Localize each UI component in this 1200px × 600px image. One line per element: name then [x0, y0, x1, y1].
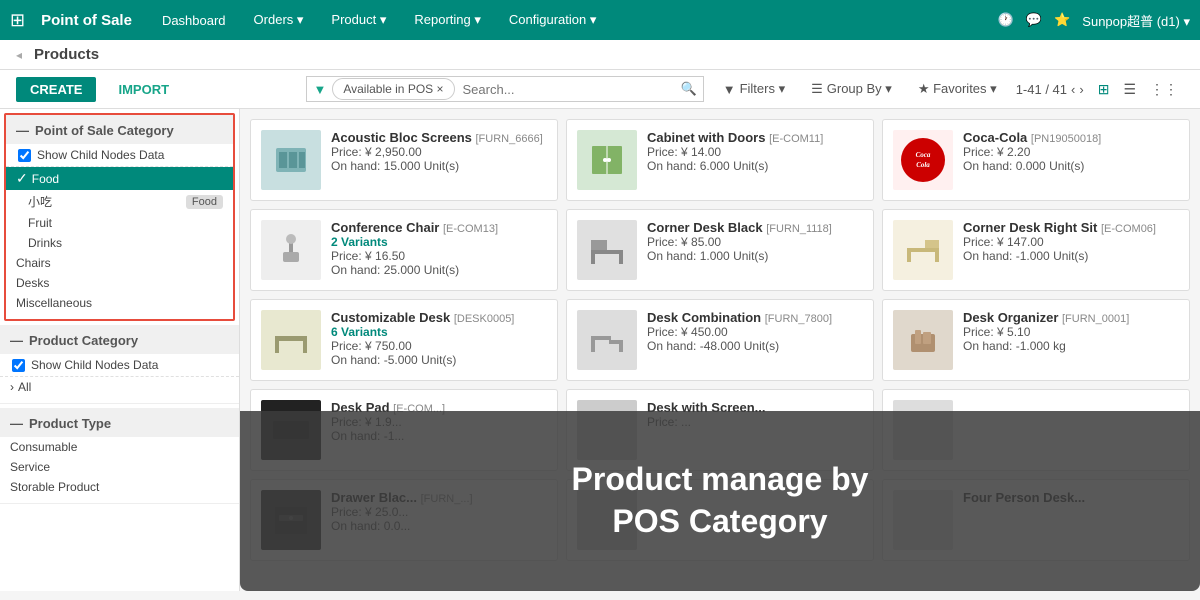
- product-card-cocacola[interactable]: Coca Cola Coca-Cola [PN19050018] Price: ¥…: [882, 119, 1190, 201]
- promo-overlay: Product manage by POS Category: [240, 411, 1200, 591]
- pos-category-header[interactable]: — Point of Sale Category: [6, 115, 233, 144]
- kanban-view-button[interactable]: ⊞: [1092, 77, 1116, 102]
- product-info-corner-right: Corner Desk Right Sit [E-COM06] Price: ¥…: [963, 220, 1179, 263]
- product-category-section: — Product Category Show Child Nodes Data…: [0, 325, 239, 404]
- product-area-wrapper: Acoustic Bloc Screens [FURN_6666] Price:…: [240, 109, 1200, 591]
- product-card-corner-black[interactable]: Corner Desk Black [FURN_1118] Price: ¥ 8…: [566, 209, 874, 291]
- nav-reporting[interactable]: Reporting ▾: [408, 12, 487, 28]
- grid-view-button[interactable]: ⋮⋮: [1144, 77, 1184, 102]
- back-arrow[interactable]: ◂: [16, 48, 22, 62]
- product-img-customizable: [261, 310, 321, 370]
- product-show-child-checkbox[interactable]: [12, 359, 25, 372]
- product-card-conference[interactable]: Conference Chair [E-COM13] 2 Variants Pr…: [250, 209, 558, 291]
- svg-text:Coca: Coca: [916, 151, 931, 159]
- product-card-customizable[interactable]: Customizable Desk [DESK0005] 6 Variants …: [250, 299, 558, 381]
- product-img-corner-black: [577, 220, 637, 280]
- product-img-desk-combo: [577, 310, 637, 370]
- product-card-desk-combo[interactable]: Desk Combination [FURN_7800] Price: ¥ 45…: [566, 299, 874, 381]
- pos-show-child-checkbox[interactable]: [18, 149, 31, 162]
- product-info-desk-combo: Desk Combination [FURN_7800] Price: ¥ 45…: [647, 310, 863, 353]
- group-by-button[interactable]: ☰ Group By ▾: [800, 76, 903, 102]
- product-category-header[interactable]: — Product Category: [0, 325, 239, 354]
- search-icon[interactable]: 🔍: [675, 77, 703, 101]
- svg-text:Cola: Cola: [916, 161, 930, 169]
- search-input[interactable]: [455, 78, 675, 101]
- product-type-consumable[interactable]: Consumable: [0, 437, 239, 457]
- pos-item-fruit[interactable]: Fruit: [6, 213, 233, 233]
- app-grid-icon[interactable]: ⊞: [10, 10, 25, 31]
- nav-product[interactable]: Product ▾: [325, 12, 392, 28]
- product-info-conference: Conference Chair [E-COM13] 2 Variants Pr…: [331, 220, 547, 277]
- user-menu[interactable]: Sunpop超普 (d1) ▾: [1082, 11, 1190, 30]
- pos-item-desks[interactable]: Desks: [6, 273, 233, 293]
- pagination: 1-41 / 41 ‹ ›: [1016, 82, 1084, 97]
- filters-button[interactable]: ▼ Filters ▾: [712, 76, 796, 102]
- product-info-corner-black: Corner Desk Black [FURN_1118] Price: ¥ 8…: [647, 220, 863, 263]
- pos-category-collapse-icon[interactable]: —: [16, 123, 29, 138]
- next-page-button[interactable]: ›: [1079, 82, 1083, 97]
- product-info-cocacola: Coca-Cola [PN19050018] Price: ¥ 2.20 On …: [963, 130, 1179, 173]
- pos-item-miscellaneous[interactable]: Miscellaneous: [6, 293, 233, 313]
- pos-item-xiaochi[interactable]: 小吃 Food: [6, 190, 233, 213]
- main-layout: — Point of Sale Category Show Child Node…: [0, 109, 1200, 591]
- product-type-header[interactable]: — Product Type: [0, 408, 239, 437]
- product-img-conference: [261, 220, 321, 280]
- sidebar: — Point of Sale Category Show Child Node…: [0, 109, 240, 591]
- page-title: Products: [34, 46, 99, 63]
- product-img-acoustic: [261, 130, 321, 190]
- product-card-corner-right[interactable]: Corner Desk Right Sit [E-COM06] Price: ¥…: [882, 209, 1190, 291]
- product-info-desk-organizer: Desk Organizer [FURN_0001] Price: ¥ 5.10…: [963, 310, 1179, 353]
- brand-title: Point of Sale: [41, 12, 132, 29]
- import-button[interactable]: IMPORT: [104, 77, 183, 102]
- product-type-storable[interactable]: Storable Product: [0, 477, 239, 497]
- xiaochi-tag: Food: [186, 195, 223, 209]
- chat-icon[interactable]: 💬: [1026, 12, 1042, 28]
- product-card-desk-organizer[interactable]: Desk Organizer [FURN_0001] Price: ¥ 5.10…: [882, 299, 1190, 381]
- pos-show-child-row: Show Child Nodes Data: [6, 144, 233, 167]
- nav-orders[interactable]: Orders ▾: [248, 12, 310, 28]
- product-type-section: — Product Type Consumable Service Storab…: [0, 408, 239, 504]
- product-category-all[interactable]: › All: [0, 377, 239, 397]
- top-nav: ⊞ Point of Sale Dashboard Orders ▾ Produ…: [0, 0, 1200, 40]
- food-check-icon: ✓: [16, 170, 28, 187]
- product-category-collapse-icon[interactable]: —: [10, 333, 23, 348]
- product-card-cabinet[interactable]: Cabinet with Doors [E-COM11] Price: ¥ 14…: [566, 119, 874, 201]
- nav-dashboard[interactable]: Dashboard: [156, 13, 232, 28]
- star-icon[interactable]: ⭐: [1054, 12, 1070, 28]
- favorites-button[interactable]: ★ Favorites ▾: [907, 76, 1008, 102]
- product-img-cocacola: Coca Cola: [893, 130, 953, 190]
- product-type-collapse-icon[interactable]: —: [10, 416, 23, 431]
- groupby-icon: ☰: [811, 81, 823, 97]
- product-info-acoustic: Acoustic Bloc Screens [FURN_6666] Price:…: [331, 130, 547, 173]
- pos-item-food[interactable]: ✓ Food: [6, 167, 233, 190]
- product-show-child-row: Show Child Nodes Data: [0, 354, 239, 377]
- prev-page-button[interactable]: ‹: [1071, 82, 1075, 97]
- create-button[interactable]: CREATE: [16, 77, 96, 102]
- action-bar: CREATE IMPORT ▼ Available in POS × 🔍 ▼ F…: [0, 70, 1200, 109]
- view-icons: ⊞ ☰ ⋮⋮: [1092, 77, 1184, 102]
- product-img-desk-organizer: [893, 310, 953, 370]
- product-info-cabinet: Cabinet with Doors [E-COM11] Price: ¥ 14…: [647, 130, 863, 173]
- pos-item-chairs[interactable]: Chairs: [6, 253, 233, 273]
- overlay-text: Product manage by POS Category: [572, 459, 869, 542]
- clock-icon[interactable]: 🕐: [998, 12, 1014, 28]
- funnel-icon: ▼: [307, 78, 332, 101]
- pos-category-section: — Point of Sale Category Show Child Node…: [4, 113, 235, 321]
- product-info-customizable: Customizable Desk [DESK0005] 6 Variants …: [331, 310, 547, 367]
- pos-item-drinks[interactable]: Drinks: [6, 233, 233, 253]
- product-img-corner-right: [893, 220, 953, 280]
- product-card-acoustic[interactable]: Acoustic Bloc Screens [FURN_6666] Price:…: [250, 119, 558, 201]
- nav-configuration[interactable]: Configuration ▾: [503, 12, 602, 28]
- available-pos-filter-tag[interactable]: Available in POS ×: [332, 78, 454, 100]
- product-img-cabinet: [577, 130, 637, 190]
- page-header: ◂ Products: [0, 40, 1200, 70]
- list-view-button[interactable]: ☰: [1117, 77, 1142, 102]
- product-type-service[interactable]: Service: [0, 457, 239, 477]
- filter-icon: ▼: [723, 82, 736, 97]
